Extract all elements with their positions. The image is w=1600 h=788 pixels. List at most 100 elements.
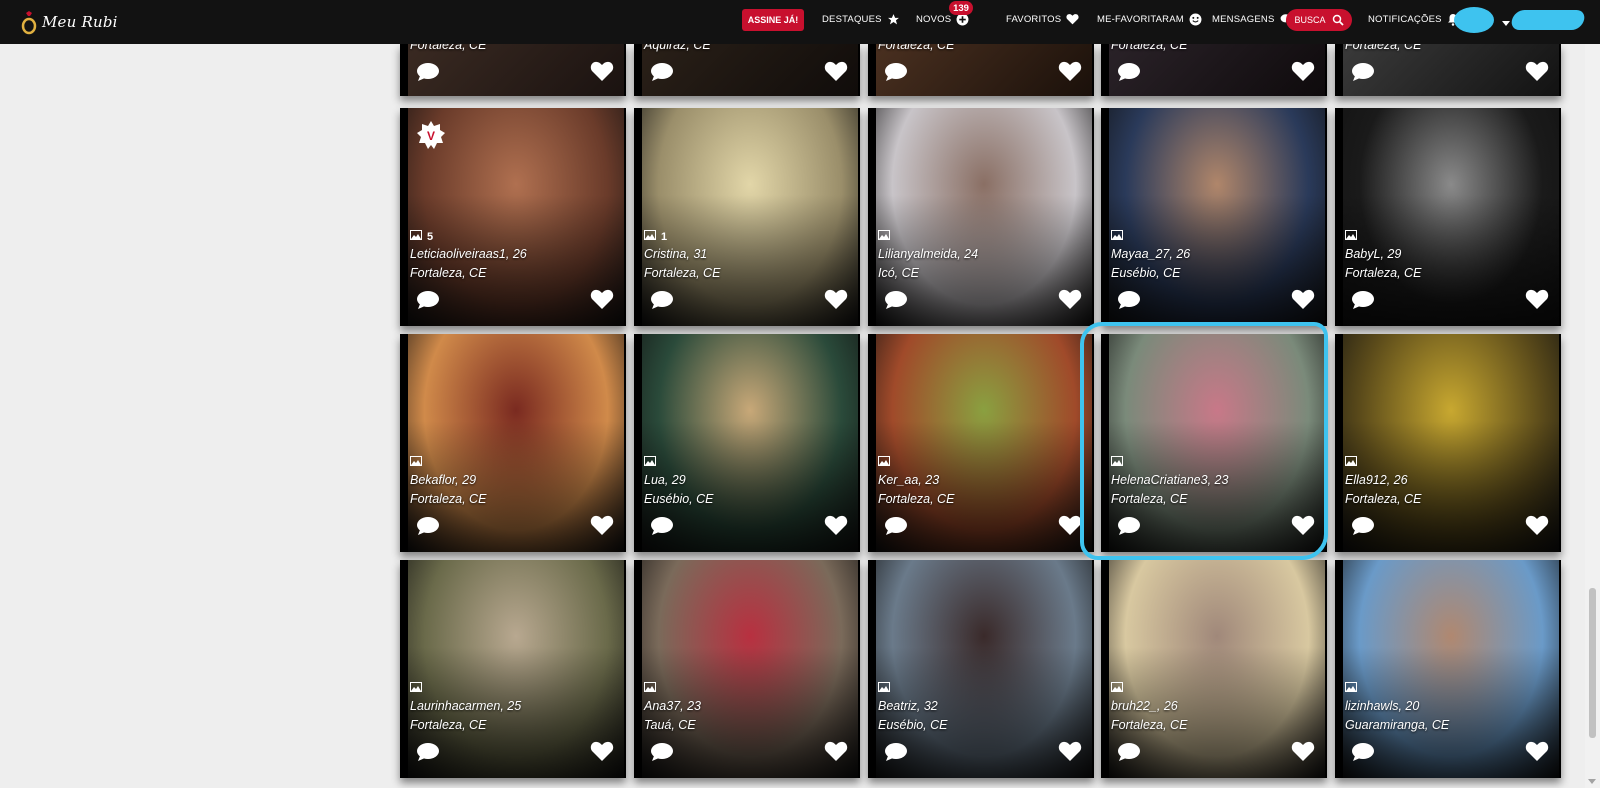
heart-icon[interactable] <box>824 60 848 87</box>
profile-card[interactable]: Ana37, 23 Tauá, CE <box>634 560 860 778</box>
photo-count-value: 5 <box>427 230 434 243</box>
image-icon <box>878 682 890 695</box>
profile-card[interactable]: Fortaleza, CE <box>400 44 626 96</box>
busca-button[interactable]: BUSCA <box>1286 9 1352 31</box>
photo-count <box>1111 456 1128 469</box>
nav-mensagens[interactable]: MENSAGENS <box>1212 0 1295 38</box>
image-icon <box>1111 682 1123 695</box>
heart-icon[interactable] <box>1291 288 1315 315</box>
heart-icon[interactable] <box>1058 740 1082 767</box>
profile-name: BabyL, 29 <box>1345 247 1402 261</box>
profile-card[interactable]: Fortaleza, CE <box>1335 44 1561 96</box>
chat-icon[interactable] <box>1117 742 1141 767</box>
profile-card[interactable]: V 5 Leticiaoliveiraas1, 26 Fortaleza, CE <box>400 108 626 326</box>
heart-icon[interactable] <box>1525 60 1549 87</box>
chat-icon[interactable] <box>884 742 908 767</box>
heart-icon[interactable] <box>1058 514 1082 541</box>
nav-notificacoes[interactable]: NOTIFICAÇÕES <box>1368 0 1459 38</box>
profile-card[interactable]: Beatriz, 32 Eusébio, CE <box>868 560 1094 778</box>
nav-me-favoritaram[interactable]: ME-FAVORITARAM <box>1097 0 1202 38</box>
profile-card[interactable]: bruh22_, 26 Fortaleza, CE <box>1101 560 1327 778</box>
chat-icon[interactable] <box>1117 62 1141 87</box>
vip-badge-text: V <box>427 129 435 143</box>
heart-icon[interactable] <box>824 740 848 767</box>
scroll-down-arrow-icon[interactable] <box>1588 779 1596 784</box>
username[interactable] <box>1509 10 1587 30</box>
profile-card[interactable]: Laurinhacarmen, 25 Fortaleza, CE <box>400 560 626 778</box>
chat-icon[interactable] <box>884 516 908 541</box>
nav-novos-label: NOVOS <box>916 13 952 25</box>
profile-card[interactable]: Fortaleza, CE <box>868 44 1094 96</box>
profile-city: Fortaleza, CE <box>1345 44 1422 52</box>
profile-city: Fortaleza, CE <box>1345 492 1422 506</box>
profile-card[interactable]: Mayaa_27, 26 Eusébio, CE <box>1101 108 1327 326</box>
profile-card[interactable]: 1 Cristina, 31 Fortaleza, CE <box>634 108 860 326</box>
profile-city: Fortaleza, CE <box>1111 718 1188 732</box>
profile-card[interactable]: Bekaflor, 29 Fortaleza, CE <box>400 334 626 552</box>
profile-city: Icó, CE <box>878 266 919 280</box>
caret-down-icon[interactable] <box>1502 14 1510 32</box>
chat-icon[interactable] <box>650 290 674 315</box>
nav-favoritos[interactable]: FAVORITOS <box>1006 0 1079 38</box>
heart-icon[interactable] <box>824 288 848 315</box>
photo-count <box>644 456 661 469</box>
profile-card[interactable]: Ker_aa, 23 Fortaleza, CE <box>868 334 1094 552</box>
photo-count <box>878 230 895 243</box>
heart-icon[interactable] <box>1525 740 1549 767</box>
profile-name: Ana37, 23 <box>644 699 701 713</box>
chat-icon[interactable] <box>416 742 440 767</box>
chat-icon[interactable] <box>884 62 908 87</box>
image-icon <box>410 456 422 469</box>
profile-name: Cristina, 31 <box>644 247 708 261</box>
site-logo[interactable]: Meu Rubi <box>20 6 118 38</box>
heart-icon[interactable] <box>590 288 614 315</box>
scrollbar-thumb[interactable] <box>1589 588 1596 738</box>
heart-icon[interactable] <box>824 514 848 541</box>
heart-icon[interactable] <box>1291 514 1315 541</box>
profile-card[interactable]: Lilianyalmeida, 24 Icó, CE <box>868 108 1094 326</box>
chat-icon[interactable] <box>416 290 440 315</box>
heart-icon[interactable] <box>1058 60 1082 87</box>
profile-city: Eusébio, CE <box>644 492 714 506</box>
chat-icon[interactable] <box>1351 516 1375 541</box>
photo-count <box>1111 230 1128 243</box>
heart-icon[interactable] <box>590 514 614 541</box>
chat-icon[interactable] <box>1351 290 1375 315</box>
scrollbar[interactable] <box>1585 44 1600 788</box>
heart-icon[interactable] <box>1291 60 1315 87</box>
chat-icon[interactable] <box>650 742 674 767</box>
profile-card[interactable]: BabyL, 29 Fortaleza, CE <box>1335 108 1561 326</box>
smile-icon <box>1189 13 1202 26</box>
nav-destaques[interactable]: DESTAQUES <box>822 0 900 38</box>
profile-card[interactable]: Lua, 29 Eusébio, CE <box>634 334 860 552</box>
chat-icon[interactable] <box>650 62 674 87</box>
profile-card[interactable]: Fortaleza, CE <box>1101 44 1327 96</box>
heart-icon[interactable] <box>590 60 614 87</box>
chat-icon[interactable] <box>884 290 908 315</box>
profile-card[interactable]: Ella912, 26 Fortaleza, CE <box>1335 334 1561 552</box>
heart-icon[interactable] <box>590 740 614 767</box>
profile-card[interactable]: HelenaCriatiane3, 23 Fortaleza, CE <box>1101 334 1327 552</box>
logo-text: Meu Rubi <box>42 13 118 31</box>
heart-icon[interactable] <box>1291 740 1315 767</box>
heart-icon[interactable] <box>1525 288 1549 315</box>
chat-icon[interactable] <box>1117 290 1141 315</box>
profile-name: Ker_aa, 23 <box>878 473 940 487</box>
heart-icon[interactable] <box>1058 288 1082 315</box>
image-icon <box>1111 230 1123 243</box>
chat-icon[interactable] <box>416 516 440 541</box>
profile-card[interactable]: lizinhawls, 20 Guaramiranga, CE <box>1335 560 1561 778</box>
novos-count-badge: 139 <box>949 1 973 15</box>
photo-count <box>410 456 427 469</box>
chat-icon[interactable] <box>1351 742 1375 767</box>
image-icon <box>410 682 422 695</box>
profile-city: Fortaleza, CE <box>410 266 487 280</box>
subscribe-button[interactable]: ASSINE JÁ! <box>742 9 804 31</box>
heart-icon[interactable] <box>1525 514 1549 541</box>
chat-icon[interactable] <box>1351 62 1375 87</box>
user-avatar[interactable] <box>1454 7 1494 33</box>
profile-card[interactable]: Aquiraz, CE <box>634 44 860 96</box>
chat-icon[interactable] <box>650 516 674 541</box>
chat-icon[interactable] <box>416 62 440 87</box>
chat-icon[interactable] <box>1117 516 1141 541</box>
